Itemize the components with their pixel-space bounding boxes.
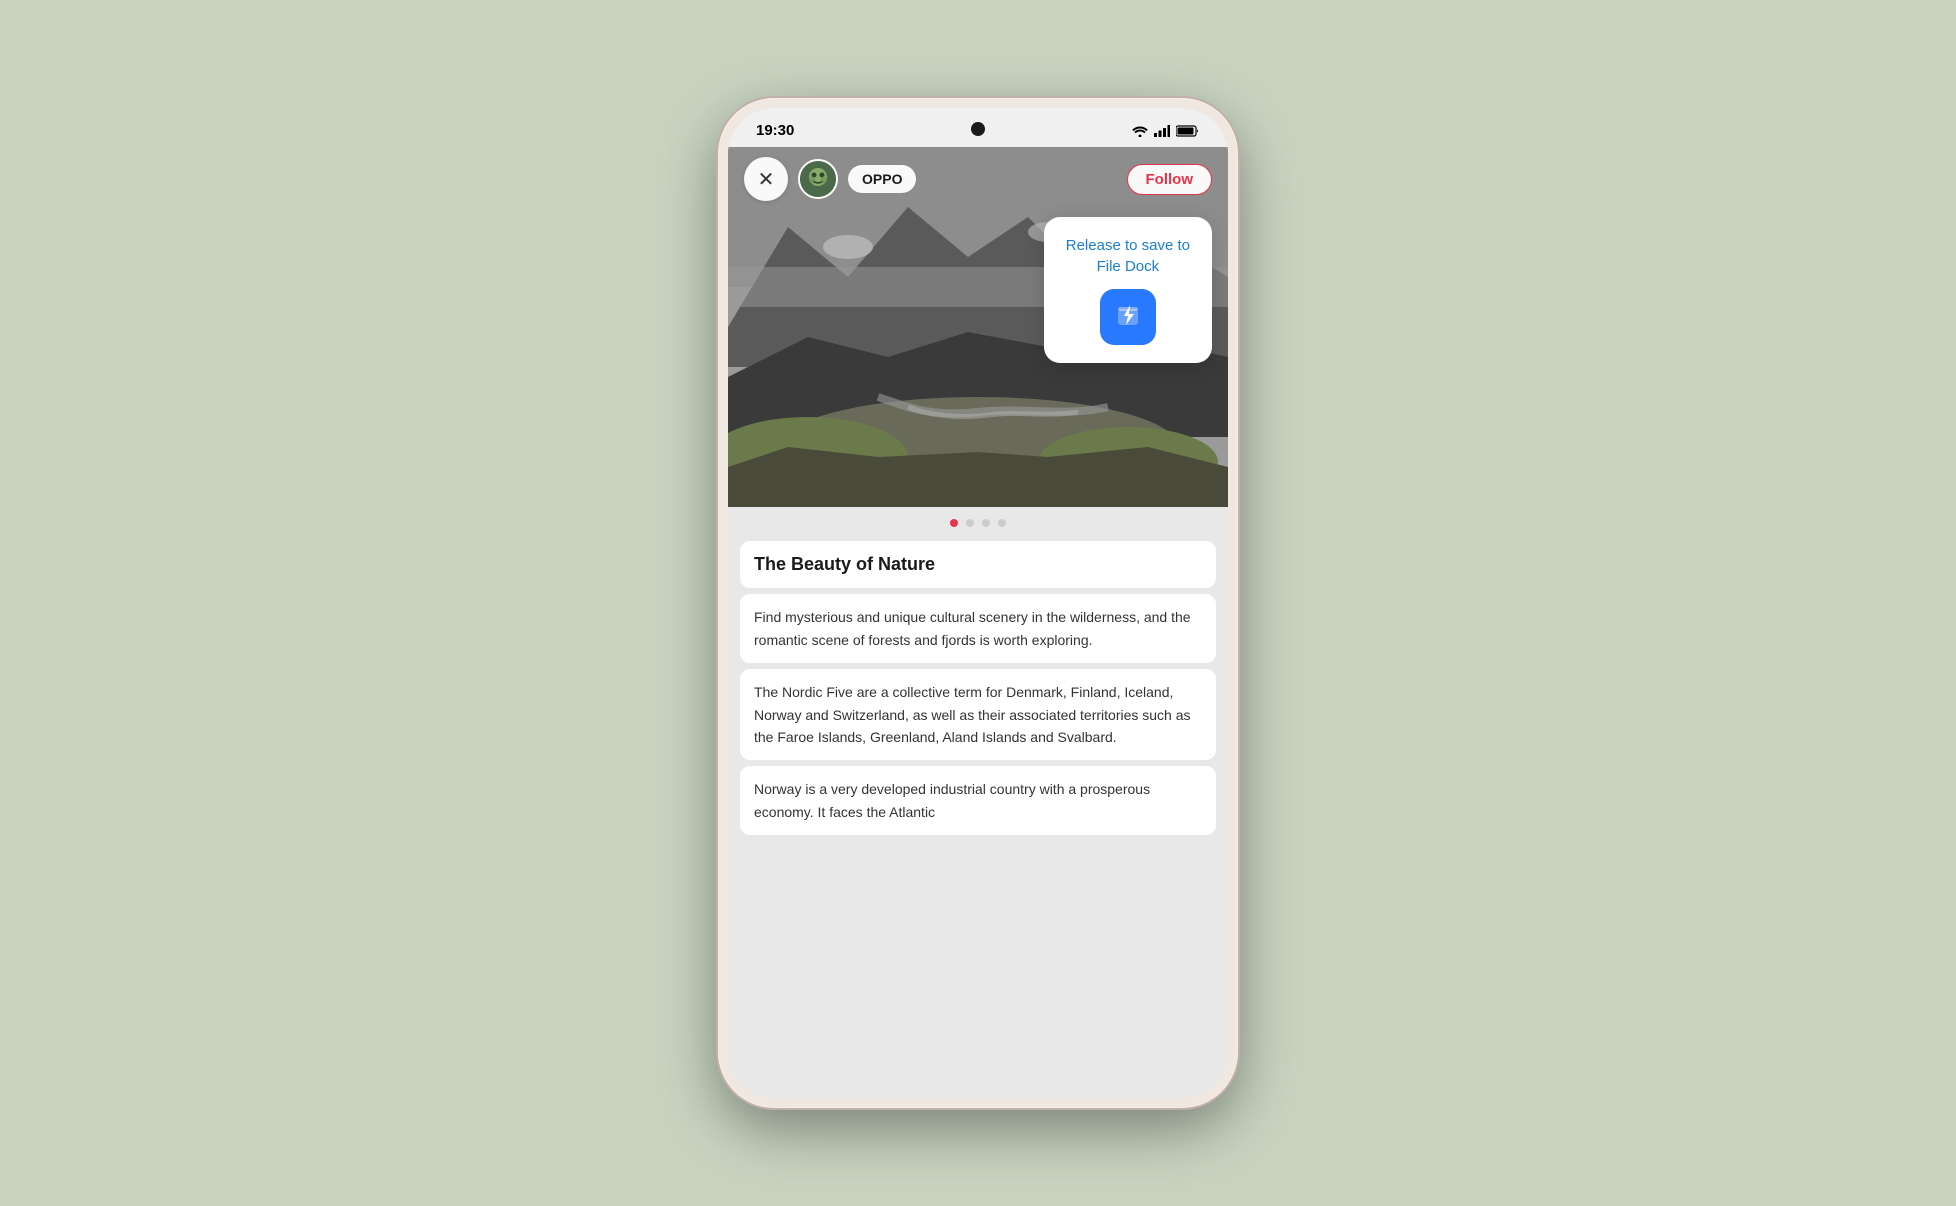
follow-button[interactable]: Follow [1127,164,1213,195]
dots-row [728,507,1228,535]
file-dock-tooltip: Release to save toFile Dock [1044,217,1212,363]
avatar-image [800,161,836,197]
camera-cutout [971,122,985,136]
dot-1 [950,519,958,527]
title-card: The Beauty of Nature [740,541,1216,588]
paragraph-1-card: Find mysterious and unique cultural scen… [740,594,1216,663]
hero-image: ✕ [728,147,1228,507]
username-label: OPPO [848,165,916,193]
article-title: The Beauty of Nature [754,553,1202,576]
battery-icon [1176,125,1200,137]
status-bar: 19:30 [728,108,1228,147]
phone-inner: 19:30 [728,108,1228,1098]
app-content: ✕ [728,147,1228,1098]
file-dock-icon [1100,289,1156,345]
phone-frame: 19:30 [718,98,1238,1108]
paragraph-1: Find mysterious and unique cultural scen… [754,606,1202,651]
close-icon: ✕ [758,167,775,192]
top-bar: ✕ [728,147,1228,211]
signal-icon [1154,125,1170,137]
wifi-icon [1132,125,1148,137]
file-dock-text: Release to save toFile Dock [1066,235,1190,277]
lightning-icon [1114,301,1142,333]
paragraph-3: Norway is a very developed industrial co… [754,778,1202,823]
avatar-svg [800,161,836,197]
screen: 19:30 [728,108,1228,1098]
close-button[interactable]: ✕ [744,157,788,201]
dot-2 [966,519,974,527]
paragraph-3-card: Norway is a very developed industrial co… [740,766,1216,835]
content-section: The Beauty of Nature Find mysterious and… [728,507,1228,841]
paragraph-2-card: The Nordic Five are a collective term fo… [740,669,1216,760]
paragraph-2: The Nordic Five are a collective term fo… [754,681,1202,748]
dot-4 [998,519,1006,527]
avatar [798,159,838,199]
dot-3 [982,519,990,527]
status-time: 19:30 [756,122,794,139]
status-icons [1132,125,1200,137]
